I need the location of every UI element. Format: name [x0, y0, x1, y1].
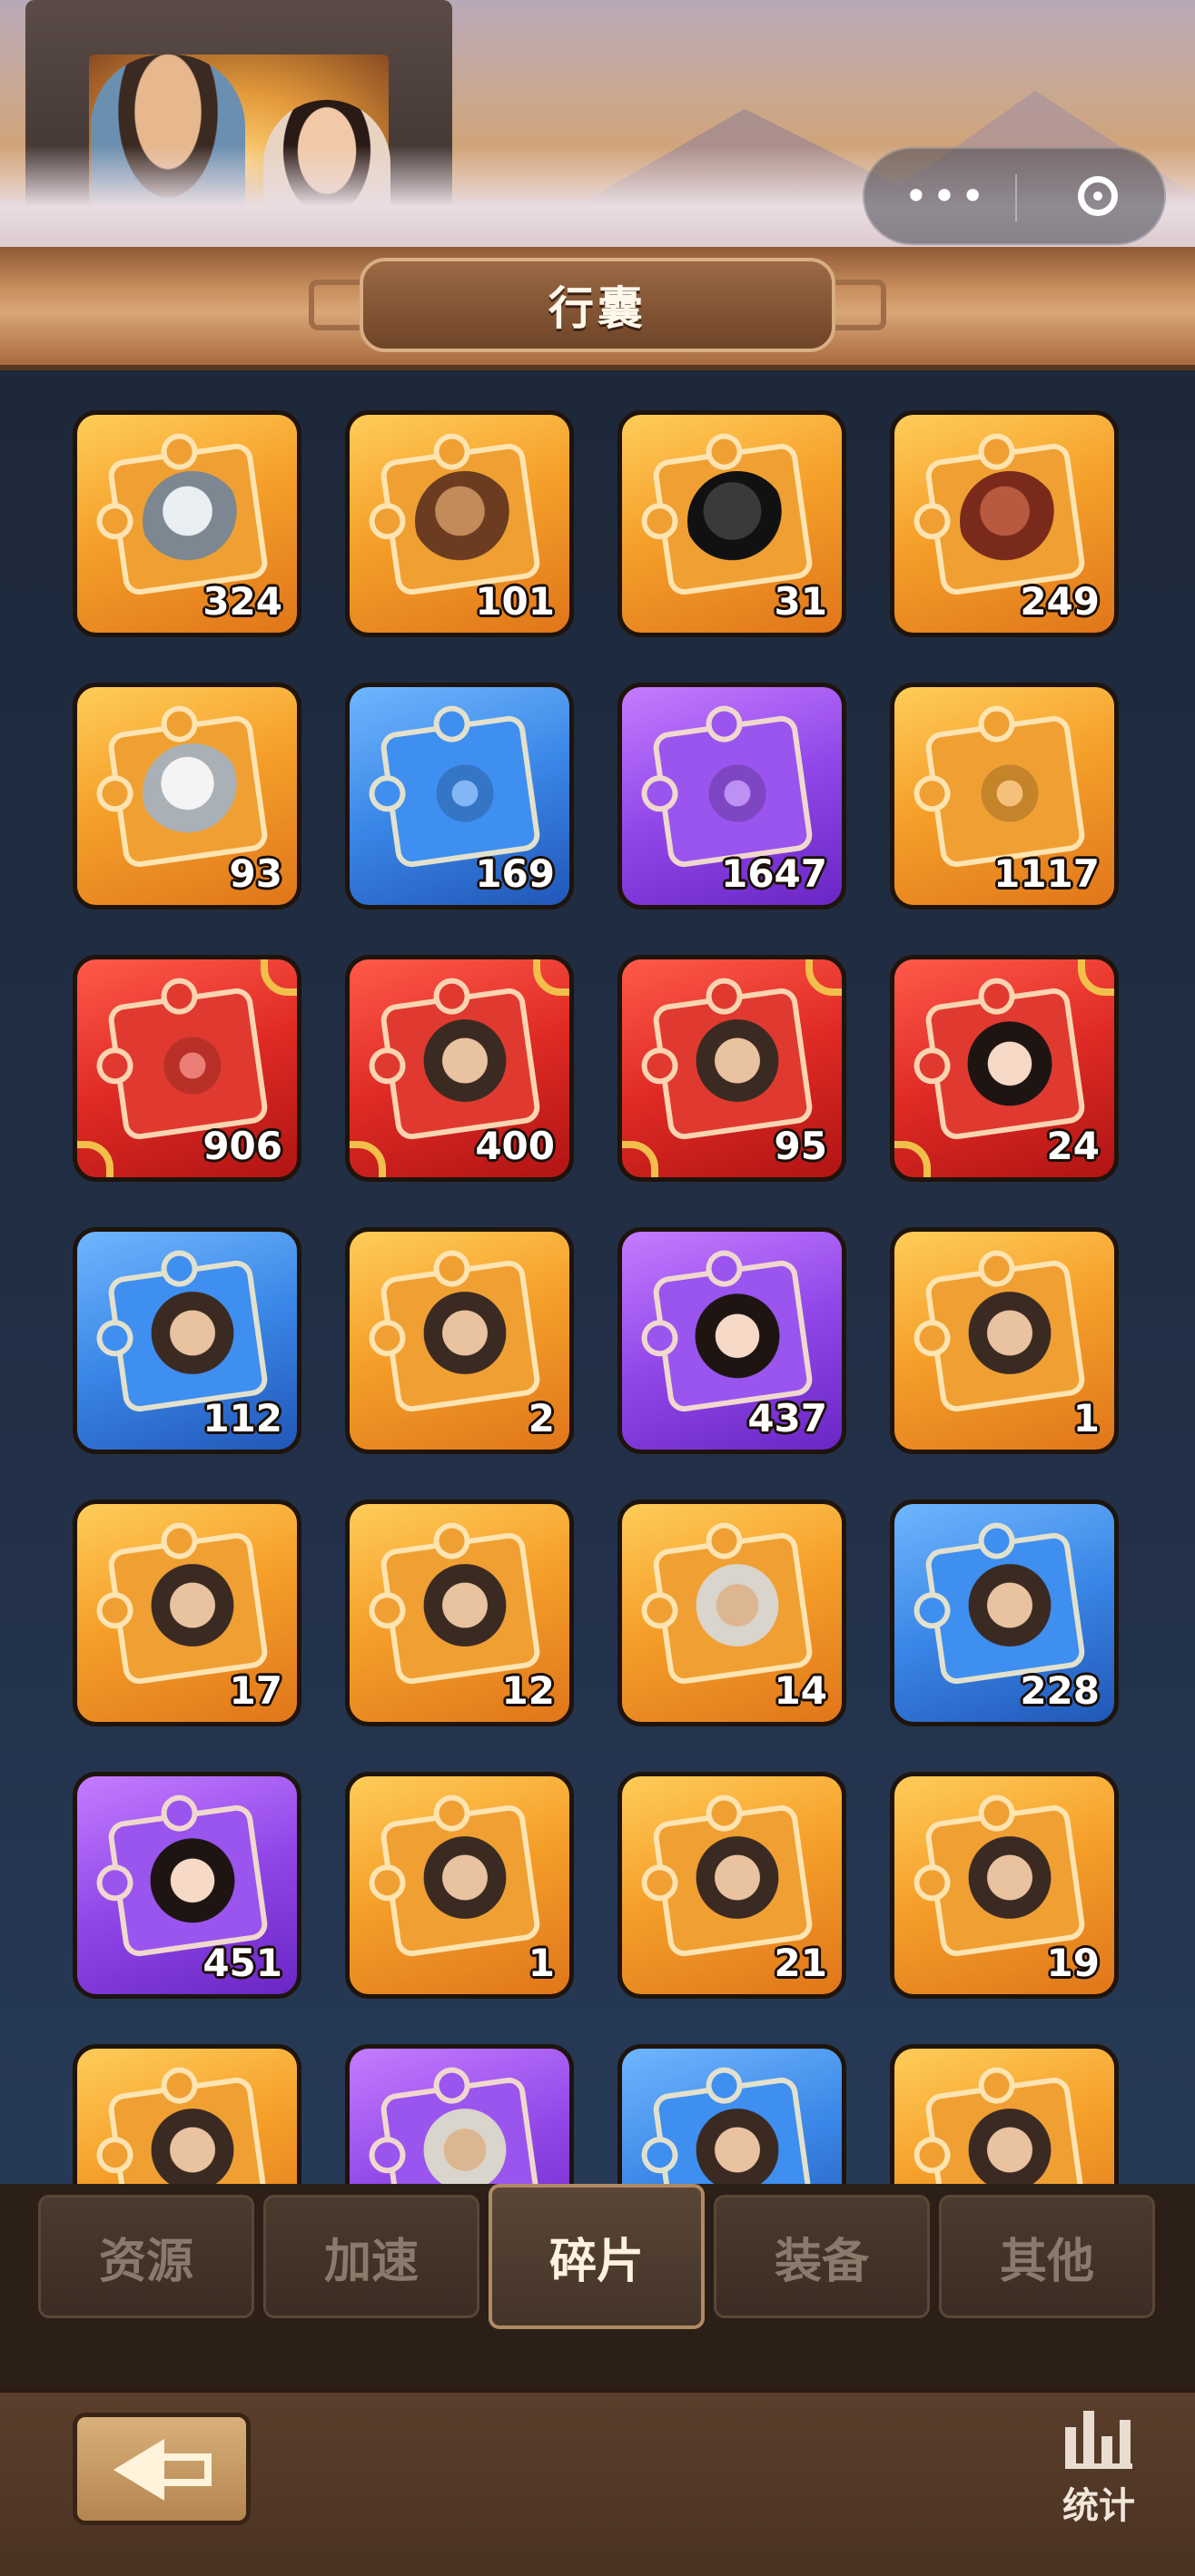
- fragment-item-tile[interactable]: 1647: [617, 683, 846, 909]
- fragment-item-tile[interactable]: 1: [345, 1772, 574, 1999]
- item-count: 249: [1020, 579, 1100, 624]
- title-plate: 行囊: [360, 258, 835, 352]
- item-count: 1: [1072, 1396, 1100, 1440]
- item-count: 169: [475, 851, 555, 896]
- title-bar: 行囊: [0, 247, 1195, 370]
- general-portrait: [687, 1833, 787, 1932]
- fragment-item-tile[interactable]: 1: [890, 1227, 1119, 1454]
- fragment-item-tile[interactable]: 2: [345, 1227, 574, 1454]
- general-portrait: [143, 1560, 242, 1660]
- fragment-item-tile[interactable]: 1117: [890, 683, 1119, 909]
- fragment-item-tile[interactable]: 112: [73, 1227, 301, 1454]
- fragment-item-tile[interactable]: 21: [617, 1772, 846, 1999]
- fragment-item-tile[interactable]: 249: [890, 410, 1119, 637]
- item-count: 451: [202, 1941, 282, 1985]
- tab-0[interactable]: 资源: [38, 2195, 254, 2318]
- item-count: 228: [1020, 1668, 1100, 1713]
- back-arrow-icon: [114, 2439, 164, 2501]
- item-count: 24: [1046, 1124, 1100, 1168]
- fragment-item-tile[interactable]: [345, 2044, 574, 2184]
- capsule-divider: [1015, 174, 1017, 221]
- general-portrait: [415, 1016, 515, 1116]
- item-count: 112: [202, 1396, 282, 1440]
- helmet-emblem-icon: [687, 743, 787, 843]
- item-count: 1117: [993, 851, 1100, 896]
- item-count: 1: [528, 1941, 555, 1985]
- general-portrait: [960, 1560, 1060, 1660]
- item-count: 906: [202, 1124, 282, 1168]
- stats-button[interactable]: 统计: [1044, 2411, 1153, 2547]
- item-count: 19: [1046, 1941, 1100, 1985]
- item-count: 437: [747, 1396, 827, 1440]
- fragment-item-tile[interactable]: 14: [617, 1499, 846, 1726]
- horse-portrait: [415, 471, 515, 571]
- helmet-emblem-icon: [143, 1016, 242, 1116]
- fragment-item-tile[interactable]: 101: [345, 410, 574, 637]
- target-close-icon[interactable]: [1051, 149, 1145, 243]
- item-count: 14: [774, 1668, 827, 1713]
- item-count: 12: [501, 1668, 555, 1713]
- helmet-emblem-icon: [415, 743, 515, 843]
- back-arrow-tail: [161, 2453, 212, 2486]
- fragment-item-tile[interactable]: 451: [73, 1772, 301, 1999]
- horse-portrait: [687, 471, 787, 571]
- general-portrait: [415, 1833, 515, 1932]
- general-portrait: [415, 1560, 515, 1660]
- item-grid[interactable]: 324 101 31 249 93 169 1647 1117 906 400 95 24 112 2 43…: [0, 370, 1195, 2184]
- item-count: 95: [774, 1124, 827, 1168]
- miniprogram-capsule: •••: [863, 147, 1166, 245]
- item-count: 31: [774, 579, 827, 624]
- item-count: 101: [475, 579, 555, 624]
- item-count: 324: [202, 579, 282, 624]
- general-portrait: [415, 1288, 515, 1388]
- page-title: 行囊: [548, 282, 647, 335]
- general-portrait: [143, 1288, 242, 1388]
- fragment-item-tile[interactable]: 17: [73, 1499, 301, 1726]
- general-portrait: [960, 1016, 1060, 1116]
- fragment-item-tile[interactable]: 24: [890, 955, 1119, 1182]
- fragment-item-tile[interactable]: 12: [345, 1499, 574, 1726]
- horse-portrait: [143, 471, 242, 571]
- fragment-item-tile[interactable]: 437: [617, 1227, 846, 1454]
- fragment-item-tile[interactable]: 19: [890, 1772, 1119, 1999]
- back-button[interactable]: [73, 2413, 251, 2525]
- tab-2[interactable]: 碎片: [489, 2184, 705, 2329]
- tab-3[interactable]: 装备: [714, 2195, 930, 2318]
- fragment-item-tile[interactable]: 324: [73, 410, 301, 637]
- fragment-item-tile[interactable]: 400: [345, 955, 574, 1182]
- more-dots-icon[interactable]: •••: [892, 149, 1001, 243]
- category-tabs: 资源 加速 碎片 装备 其他: [0, 2184, 1195, 2387]
- general-portrait: [143, 1833, 242, 1932]
- bottom-bar: 统计: [0, 2387, 1195, 2576]
- item-count: 21: [774, 1941, 827, 1985]
- fragment-item-tile[interactable]: [617, 2044, 846, 2184]
- bar-chart-icon: [1065, 2411, 1132, 2469]
- general-portrait: [687, 1288, 787, 1388]
- top-banner: •••: [0, 0, 1195, 247]
- fragment-item-tile[interactable]: [73, 2044, 301, 2184]
- fragment-item-tile[interactable]: 169: [345, 683, 574, 909]
- item-count: 1647: [721, 851, 827, 896]
- tab-1[interactable]: 加速: [263, 2195, 479, 2318]
- general-portrait: [960, 1833, 1060, 1932]
- item-count: 17: [229, 1668, 282, 1713]
- stats-label: 统计: [1062, 2485, 1135, 2527]
- general-portrait: [687, 1560, 787, 1660]
- fragment-item-tile[interactable]: 906: [73, 955, 301, 1182]
- item-count: 400: [475, 1124, 555, 1168]
- horse-portrait: [143, 743, 242, 843]
- fragment-item-tile[interactable]: 228: [890, 1499, 1119, 1726]
- fragment-item-tile[interactable]: 93: [73, 683, 301, 909]
- fragment-item-tile[interactable]: [890, 2044, 1119, 2184]
- horse-portrait: [960, 471, 1060, 571]
- fragment-item-tile[interactable]: 31: [617, 410, 846, 637]
- item-count: 93: [229, 851, 282, 896]
- tab-4[interactable]: 其他: [939, 2195, 1155, 2318]
- item-count: 2: [528, 1396, 555, 1440]
- general-portrait: [687, 1016, 787, 1116]
- fragment-item-tile[interactable]: 95: [617, 955, 846, 1182]
- helmet-emblem-icon: [960, 743, 1060, 843]
- general-portrait: [960, 1288, 1060, 1388]
